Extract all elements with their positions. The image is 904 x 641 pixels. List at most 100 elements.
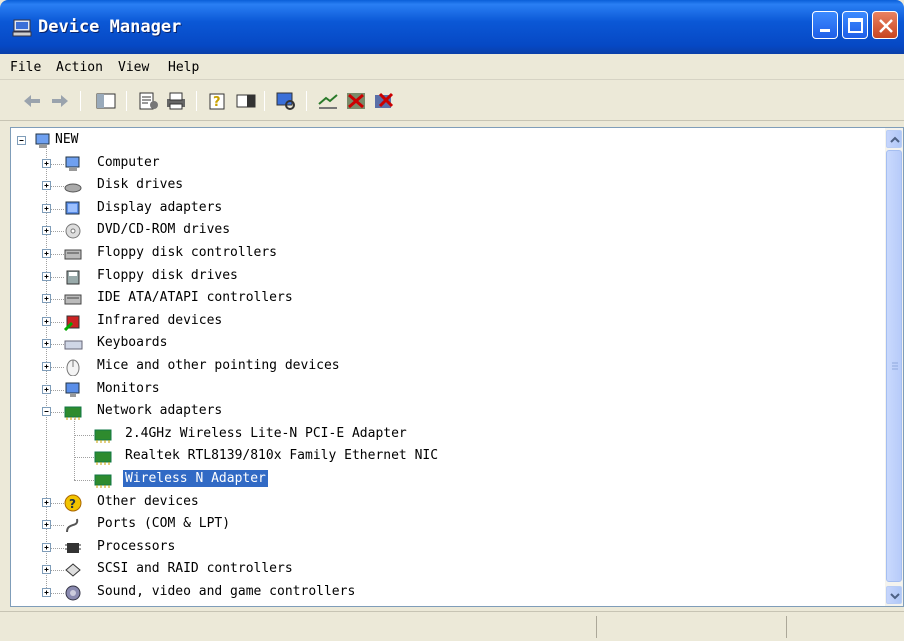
tree-connector xyxy=(74,480,94,481)
menu-help[interactable]: Help xyxy=(168,60,199,75)
port-icon xyxy=(66,518,79,533)
properties-icon[interactable] xyxy=(136,90,160,112)
expand-plus-icon[interactable] xyxy=(42,249,51,258)
tree-item-label: 2.4GHz Wireless Lite-N PCI-E Adapter xyxy=(125,425,407,441)
computer-icon xyxy=(35,133,50,148)
mouse-icon xyxy=(66,359,80,376)
toolbar-separator xyxy=(264,91,265,111)
computer-icon xyxy=(12,19,32,37)
print-icon[interactable] xyxy=(164,90,188,112)
device-manager-window: Device Manager File Action View Help ? N… xyxy=(0,0,904,641)
toolbar-separator xyxy=(80,91,81,111)
unknown-device-icon: ? xyxy=(64,494,82,512)
status-cell xyxy=(786,616,904,638)
display-adapter-icon xyxy=(65,201,80,215)
status-cell xyxy=(596,616,786,638)
tree-item-label: NEW xyxy=(55,132,79,147)
svg-text:?: ? xyxy=(213,95,221,110)
toolbar-separator xyxy=(126,91,127,111)
scsi-icon xyxy=(65,563,81,578)
tree-item-label: Computer xyxy=(97,154,160,170)
computer-icon xyxy=(65,156,80,171)
keyboard-icon xyxy=(64,340,83,350)
uninstall-device-icon[interactable] xyxy=(372,90,396,112)
scroll-up-button[interactable] xyxy=(886,130,902,148)
network-adapter-icon xyxy=(94,474,112,488)
close-icon xyxy=(879,19,893,33)
expand-plus-icon[interactable] xyxy=(42,203,51,213)
expand-plus-icon[interactable] xyxy=(42,588,51,597)
window-title: Device Manager xyxy=(38,17,182,37)
maximize-button[interactable] xyxy=(842,11,868,39)
sound-icon xyxy=(65,585,81,601)
tree-item-label: DVD/CD-ROM drives xyxy=(97,222,231,238)
controller-icon xyxy=(64,249,82,260)
network-adapter-icon xyxy=(64,406,82,421)
collapse-minus-icon[interactable] xyxy=(42,407,51,417)
tree-item-label: Sound, video and game controllers xyxy=(97,584,356,599)
title-bar[interactable]: Device Manager xyxy=(0,0,904,54)
expand-plus-icon[interactable] xyxy=(42,271,51,281)
scroll-down-button[interactable] xyxy=(886,586,902,604)
scroll-thumb[interactable] xyxy=(886,150,902,582)
expand-plus-icon[interactable] xyxy=(42,384,51,394)
expand-plus-icon[interactable] xyxy=(42,565,51,575)
device-tree-panel: NEW Computer Disk drives Display adapters DV… xyxy=(10,127,904,607)
expand-plus-icon[interactable] xyxy=(42,339,51,349)
minimize-button[interactable] xyxy=(812,11,838,39)
svg-text:?: ? xyxy=(69,497,76,511)
tree-item-label: Infrared devices xyxy=(97,312,223,328)
expand-plus-icon[interactable] xyxy=(42,158,51,168)
expand-plus-icon[interactable] xyxy=(42,316,51,326)
tree-item-label: Realtek RTL8139/810x Family Ethernet NIC xyxy=(125,448,439,464)
expand-plus-icon[interactable] xyxy=(42,497,51,507)
network-adapter-icon xyxy=(94,451,112,466)
expand-plus-icon[interactable] xyxy=(42,294,51,304)
floppy-drive-icon xyxy=(66,270,80,285)
menu-action[interactable]: Action xyxy=(56,60,103,75)
show-hide-console-tree-icon[interactable] xyxy=(94,90,118,112)
tree-item-label: IDE ATA/ATAPI controllers xyxy=(97,290,293,306)
back-arrow-icon[interactable] xyxy=(20,90,44,112)
tree-item-label: Display adapters xyxy=(97,199,223,215)
vertical-scrollbar[interactable] xyxy=(885,128,903,606)
tree-item-label: SCSI and RAID controllers xyxy=(97,561,293,577)
tree-item-label: Floppy disk drives xyxy=(97,267,238,283)
tree-item-label: Floppy disk controllers xyxy=(97,245,278,260)
tree-root[interactable] xyxy=(11,128,881,150)
tree-item-label: Mice and other pointing devices xyxy=(97,358,340,373)
processor-icon xyxy=(65,542,81,553)
expand-plus-icon[interactable] xyxy=(42,542,51,552)
maximize-icon xyxy=(848,18,863,33)
tree-item-label: Network adapters xyxy=(97,403,223,419)
menu-file[interactable]: File xyxy=(10,60,41,75)
tree-item-label: Keyboards xyxy=(97,335,168,351)
status-bar xyxy=(0,611,904,641)
tree-item-label: Ports (COM & LPT) xyxy=(97,516,231,532)
close-button[interactable] xyxy=(872,11,898,39)
device-tree[interactable]: NEW Computer Disk drives Display adapters DV… xyxy=(11,128,885,606)
collapse-minus-icon[interactable] xyxy=(17,136,26,145)
scan-hardware-icon[interactable] xyxy=(274,90,298,112)
tree-item-label: Other devices xyxy=(97,493,199,509)
toolbar: ? xyxy=(0,81,904,121)
tree-connector xyxy=(74,457,94,459)
expand-plus-icon[interactable] xyxy=(42,362,51,371)
update-driver-icon[interactable] xyxy=(316,90,340,112)
expand-plus-icon[interactable] xyxy=(42,520,51,530)
expand-plus-icon[interactable] xyxy=(42,226,51,236)
help-icon[interactable]: ? xyxy=(206,90,230,112)
infrared-icon xyxy=(63,315,80,331)
expand-plus-icon[interactable] xyxy=(42,181,51,191)
toolbar-separator xyxy=(306,91,307,111)
disk-drive-icon xyxy=(64,183,82,193)
show-hide-action-pane-icon[interactable] xyxy=(234,90,258,112)
chevron-up-icon xyxy=(890,136,900,143)
menu-view[interactable]: View xyxy=(118,60,149,75)
menu-bar: File Action View Help xyxy=(0,54,904,80)
controller-icon xyxy=(64,294,82,305)
monitor-icon xyxy=(65,382,80,397)
disable-device-icon[interactable] xyxy=(344,90,368,112)
tree-item-label: Disk drives xyxy=(97,177,184,193)
forward-arrow-icon[interactable] xyxy=(48,90,72,112)
